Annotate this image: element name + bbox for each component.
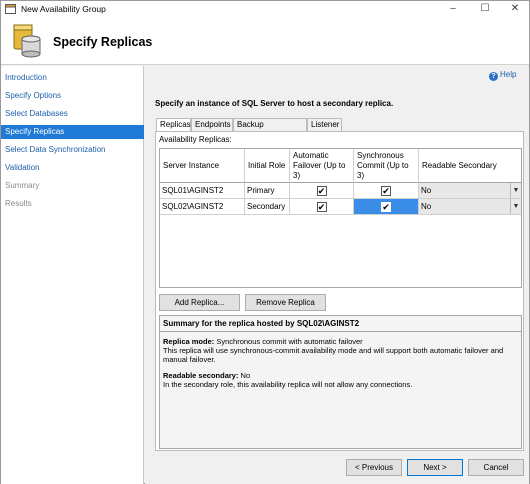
tab-replicas[interactable]: Replicas [156,118,191,132]
column-header-server-instance[interactable]: Server Instance [160,149,245,183]
sidebar-item-introduction[interactable]: Introduction [1,71,144,85]
column-header-readable-secondary[interactable]: Readable Secondary [419,149,521,183]
sidebar-item-validation[interactable]: Validation [1,161,144,175]
minimize-button[interactable]: – [438,1,468,17]
maximize-button[interactable]: ☐ [470,1,500,17]
column-header-automatic-failover[interactable]: Automatic Failover (Up to 3) [290,149,354,183]
replica-mode-description: This replica will use synchronous-commit… [163,346,504,364]
table-cell-server-instance[interactable]: SQL02\AGINST2 [160,199,245,215]
table-cell-automatic-failover: ✔ [290,199,354,215]
sidebar-item-summary: Summary [5,181,40,190]
title-bar: New Availability Group – ☐ ✕ [1,1,529,17]
replica-summary-panel: Summary for the replica hosted by SQL02\… [159,315,522,449]
tab-listener[interactable]: Listener [307,118,342,131]
replica-mode-line: Replica mode: Synchronous commit with au… [163,337,513,346]
wizard-sidebar: Introduction Specify Options Select Data… [1,66,144,484]
automatic-failover-checkbox[interactable]: ✔ [316,202,327,212]
readable-secondary-line: Readable secondary: No [163,371,513,380]
sidebar-item-select-data-synchronization[interactable]: Select Data Synchronization [1,143,144,157]
help-label: Help [500,70,517,79]
table-cell-initial-role[interactable]: Secondary [245,199,290,215]
new-availability-group-window: New Availability Group – ☐ ✕ Specify Rep… [0,0,530,484]
readable-secondary-value: No [421,186,432,195]
cancel-button[interactable]: Cancel [468,459,524,476]
page-header: Specify Replicas [1,17,529,65]
window-title: New Availability Group [21,4,106,14]
readable-secondary-summary-value: No [240,371,251,380]
summary-title: Summary for the replica hosted by SQL02\… [163,319,360,328]
automatic-failover-checkbox[interactable]: ✔ [316,186,327,196]
add-replica-button[interactable]: Add Replica... [159,294,240,311]
table-cell-synchronous-commit-selected: ✔ [354,199,419,215]
table-cell-automatic-failover: ✔ [290,183,354,199]
readable-secondary-dropdown[interactable]: No ▼ [419,183,521,199]
page-title: Specify Replicas [53,35,153,49]
app-icon [5,4,16,14]
summary-divider [160,331,521,332]
replica-mode-label: Replica mode: [163,337,215,346]
column-header-initial-role[interactable]: Initial Role [245,149,290,183]
remove-replica-button[interactable]: Remove Replica [245,294,326,311]
database-replicas-icon [13,24,41,58]
column-header-synchronous-commit[interactable]: Synchronous Commit (Up to 3) [354,149,419,183]
sidebar-item-specify-options[interactable]: Specify Options [1,89,144,103]
close-button[interactable]: ✕ [500,1,530,17]
previous-button[interactable]: < Previous [346,459,402,476]
sidebar-item-specify-replicas[interactable]: Specify Replicas [1,125,144,139]
readable-secondary-label: Readable secondary: [163,371,239,380]
readable-secondary-description: In the secondary role, this availability… [163,380,413,389]
replica-mode-value: Synchronous commit with automatic failov… [216,337,363,346]
synchronous-commit-checkbox[interactable]: ✔ [381,202,391,212]
readable-secondary-value: No [421,202,432,211]
sidebar-item-select-databases[interactable]: Select Databases [1,107,144,121]
replicas-tab-panel: Availability Replicas: Server Instance I… [155,131,524,451]
chevron-down-icon[interactable]: ▼ [510,183,521,198]
replicas-grid: Server Instance Initial Role Automatic F… [159,148,522,288]
main-panel: ? Help Specify an instance of SQL Server … [145,66,529,484]
synchronous-commit-checkbox[interactable]: ✔ [381,186,391,196]
next-button[interactable]: Next > [407,459,463,476]
sidebar-item-results: Results [5,199,32,208]
table-cell-synchronous-commit: ✔ [354,183,419,199]
tab-endpoints[interactable]: Endpoints [191,118,233,131]
instruction-text: Specify an instance of SQL Server to hos… [155,99,394,108]
readable-secondary-dropdown[interactable]: No ▼ [419,199,521,215]
chevron-down-icon[interactable]: ▼ [510,199,521,214]
help-link[interactable]: ? Help [489,70,516,81]
tab-backup-preferences[interactable]: Backup Preferences [233,118,307,141]
table-cell-server-instance[interactable]: SQL01\AGINST2 [160,183,245,199]
availability-replicas-label: Availability Replicas: [159,135,232,144]
table-cell-initial-role[interactable]: Primary [245,183,290,199]
help-icon: ? [489,72,498,81]
